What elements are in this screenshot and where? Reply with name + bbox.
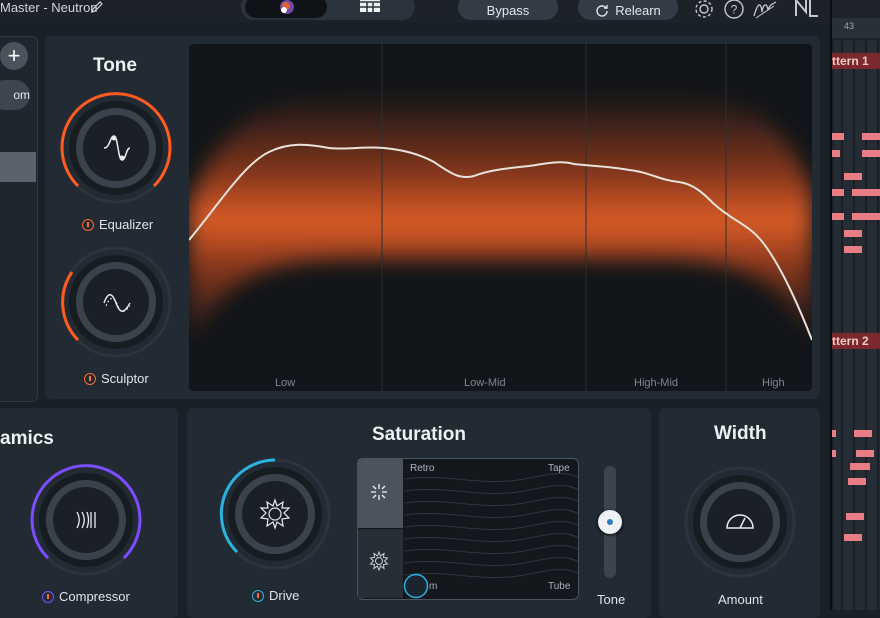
compressor-icon — [76, 511, 96, 529]
band-label-low-mid: Low-Mid — [464, 377, 506, 389]
note-clip — [862, 133, 880, 140]
sparkle-icon — [371, 484, 387, 500]
help-icon[interactable]: ? — [723, 0, 745, 20]
signature-icon[interactable] — [752, 0, 778, 20]
drive-starburst-icon — [259, 498, 291, 530]
assistant-icon — [280, 0, 294, 14]
band-label-high: High — [762, 377, 785, 389]
dynamics-title: amics — [0, 428, 54, 449]
tone-title: Tone — [93, 55, 137, 76]
note-clip — [852, 189, 880, 196]
compressor-toggle[interactable]: Compressor — [42, 589, 130, 604]
xy-label-bottom-left: m — [429, 581, 438, 592]
amount-label: Amount — [718, 592, 763, 607]
burst-icon — [369, 551, 389, 571]
view-toggle[interactable] — [241, 0, 415, 20]
relearn-button[interactable]: Relearn — [578, 0, 678, 20]
power-icon[interactable] — [82, 218, 94, 231]
xy-label-tape: Tape — [548, 463, 570, 474]
pencil-icon[interactable] — [90, 0, 104, 19]
xy-label-retro: Retro — [410, 463, 435, 474]
sculptor-toggle[interactable]: Sculptor — [84, 371, 149, 386]
note-clip — [844, 173, 862, 180]
saturation-wave-lines — [404, 473, 578, 579]
note-clip — [832, 213, 844, 220]
izotope-logo-icon — [795, 0, 818, 17]
note-clip — [844, 534, 862, 541]
xy-puck[interactable] — [402, 572, 430, 600]
drive-label: Drive — [269, 588, 300, 603]
note-clip — [856, 450, 874, 457]
equalizer-toggle[interactable]: Equalizer — [82, 217, 153, 232]
note-clip — [852, 213, 880, 220]
note-clip — [854, 430, 872, 437]
band-label-low: Low — [275, 377, 296, 389]
drive-toggle[interactable]: Drive — [252, 588, 299, 603]
equalizer-label: Equalizer — [99, 217, 154, 232]
note-clip — [846, 513, 864, 520]
daw-notes — [832, 0, 880, 610]
note-clip — [832, 430, 836, 437]
note-clip — [832, 450, 836, 457]
bypass-button[interactable]: Bypass — [458, 0, 558, 20]
compressor-label: Compressor — [59, 589, 130, 604]
power-icon[interactable] — [84, 372, 96, 385]
svg-text:?: ? — [731, 3, 738, 17]
band-label-high-mid: High-Mid — [634, 377, 679, 389]
plugin-title: Master - Neutron — [0, 0, 98, 15]
tone-slider-label: Tone — [597, 592, 626, 607]
equalizer-curve-icon — [103, 135, 131, 161]
note-clip — [862, 150, 880, 157]
width-title: Width — [714, 423, 767, 444]
sculptor-label: Sculptor — [101, 371, 149, 386]
selected-module-item[interactable] — [0, 152, 36, 182]
note-clip — [844, 246, 862, 253]
note-clip — [832, 133, 844, 140]
mixer-grid-icon[interactable] — [359, 0, 381, 14]
target-range-band — [189, 92, 812, 349]
sculptor-wave-icon — [103, 294, 131, 312]
target-curve-svg — [189, 44, 812, 391]
tone-slider-thumb[interactable] — [598, 510, 622, 534]
note-clip — [850, 463, 870, 470]
relearn-label: Relearn — [615, 2, 661, 18]
tone-match-graph[interactable] — [189, 44, 812, 391]
view-toggle-assistant[interactable] — [245, 0, 327, 18]
custom-button[interactable]: om — [0, 80, 30, 110]
width-meter-icon — [726, 514, 754, 529]
refresh-icon — [596, 5, 608, 17]
note-clip — [844, 230, 862, 237]
note-clip — [832, 150, 840, 157]
power-icon[interactable] — [252, 589, 264, 602]
add-module-button[interactable]: + — [0, 42, 28, 70]
gear-icon[interactable] — [693, 0, 715, 20]
note-clip — [832, 189, 844, 196]
power-icon[interactable] — [42, 590, 54, 603]
xy-label-tube: Tube — [548, 581, 571, 592]
saturation-title: Saturation — [372, 424, 466, 445]
note-clip — [848, 478, 866, 485]
